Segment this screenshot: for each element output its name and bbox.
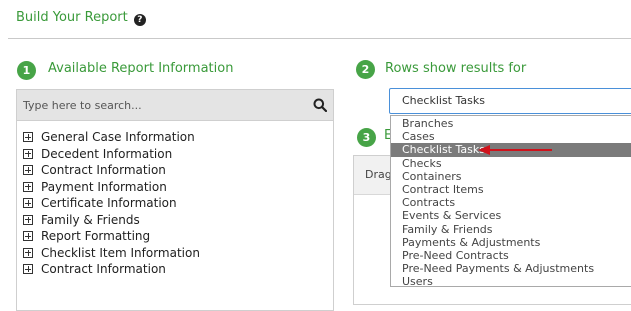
tree-item-contract-2[interactable]: Contract Information (23, 261, 200, 278)
expand-icon[interactable] (23, 231, 33, 242)
option-cases[interactable]: Cases (391, 130, 631, 143)
expand-icon[interactable] (23, 247, 33, 258)
tree-item-label: Certificate Information (41, 196, 177, 211)
expand-icon[interactable] (23, 264, 33, 275)
available-info-panel: General Case Information Decedent Inform… (16, 121, 334, 311)
rows-results-select[interactable]: Checklist Tasks (389, 88, 631, 114)
tree-item-label: Decedent Information (41, 146, 173, 161)
tree-item-certificate[interactable]: Certificate Information (23, 195, 200, 212)
tree-item-payment[interactable]: Payment Information (23, 179, 200, 196)
tree-item-label: Report Formatting (41, 229, 151, 244)
tree-item-checklist-item[interactable]: Checklist Item Information (23, 245, 200, 262)
tree-item-general-case[interactable]: General Case Information (23, 129, 200, 146)
tree-item-label: Contract Information (41, 262, 166, 277)
tree-item-label: Checklist Item Information (41, 245, 200, 260)
tree-item-label: Payment Information (41, 179, 167, 194)
step-2-badge: 2 (356, 60, 375, 79)
tree-item-label: Contract Information (41, 163, 166, 178)
tree-item-contract[interactable]: Contract Information (23, 162, 200, 179)
search-icon[interactable] (313, 98, 327, 112)
step-2-title: Rows show results for (385, 61, 527, 76)
expand-icon[interactable] (23, 198, 33, 209)
info-tree: General Case Information Decedent Inform… (23, 129, 200, 278)
option-pre-need-contracts[interactable]: Pre-Need Contracts (391, 249, 631, 262)
option-checks[interactable]: Checks (391, 157, 631, 170)
page-title: Build Your Report ? (16, 10, 146, 26)
page-title-text: Build Your Report (16, 10, 128, 25)
expand-icon[interactable] (23, 214, 33, 225)
option-branches[interactable]: Branches (391, 117, 631, 130)
red-arrow-annotation (478, 145, 552, 155)
tree-item-decedent[interactable]: Decedent Information (23, 146, 200, 163)
expand-icon[interactable] (23, 132, 33, 143)
option-pre-need-payments-adjustments[interactable]: Pre-Need Payments & Adjustments (391, 262, 631, 275)
search-bar (16, 89, 334, 121)
step-1-title: Available Report Information (48, 61, 234, 76)
expand-icon[interactable] (23, 165, 33, 176)
option-contract-items[interactable]: Contract Items (391, 183, 631, 196)
option-contracts[interactable]: Contracts (391, 196, 631, 209)
option-users[interactable]: Users (391, 275, 631, 288)
rows-dropdown-list: Branches Cases Checklist Tasks Checks Co… (390, 115, 631, 288)
tree-item-label: General Case Information (41, 130, 195, 145)
tree-item-family-friends[interactable]: Family & Friends (23, 212, 200, 229)
help-icon[interactable]: ? (133, 14, 146, 26)
expand-icon[interactable] (23, 181, 33, 192)
step-3-badge: 3 (357, 128, 376, 147)
option-payments-adjustments[interactable]: Payments & Adjustments (391, 236, 631, 249)
header-divider (8, 38, 631, 39)
drag-hint-text: Drag (365, 168, 392, 181)
option-events-services[interactable]: Events & Services (391, 209, 631, 222)
option-family-friends[interactable]: Family & Friends (391, 223, 631, 236)
search-input[interactable] (23, 96, 303, 114)
tree-item-report-formatting[interactable]: Report Formatting (23, 228, 200, 245)
step-1-badge: 1 (17, 61, 36, 80)
option-containers[interactable]: Containers (391, 170, 631, 183)
expand-icon[interactable] (23, 148, 33, 159)
tree-item-label: Family & Friends (41, 212, 140, 227)
